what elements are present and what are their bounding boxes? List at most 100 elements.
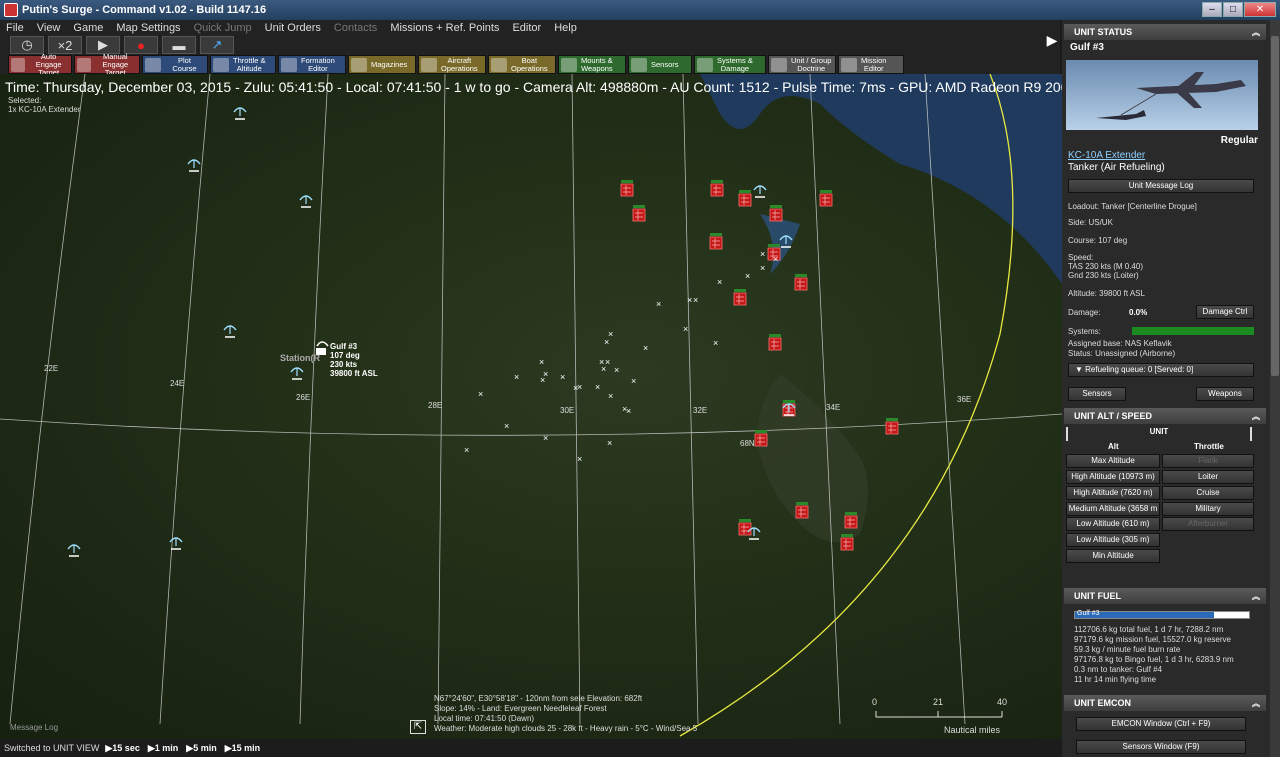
time-step-15-min-button[interactable]: ▶15 min [225,743,260,754]
unknown-contact[interactable]: × [631,376,636,386]
clock-icon[interactable]: ◷ [10,36,44,54]
unknown-contact[interactable]: × [560,372,565,382]
menu-missions-ref-points[interactable]: Missions + Ref. Points [390,22,499,34]
toolbar-formation-editor-button[interactable]: Formation Editor [278,55,346,74]
weapons-button[interactable]: Weapons [1196,387,1254,401]
menu-file[interactable]: File [6,22,24,34]
hostile-contact[interactable] [738,190,752,207]
hostile-contact[interactable] [885,418,899,435]
menu-game[interactable]: Game [73,22,103,34]
toolbar-mounts-weapons-button[interactable]: Mounts & Weapons [558,55,626,74]
unknown-contact[interactable]: × [464,445,469,455]
friendly-airbase[interactable] [233,107,247,120]
menu-map-settings[interactable]: Map Settings [116,22,180,34]
toolbar-unit-group-doctrine-button[interactable]: Unit / Group Doctrine [768,55,836,74]
emcon-header[interactable]: UNIT EMCON ︽ [1064,695,1266,711]
collapse-icon[interactable]: ︽ [1252,411,1260,422]
toolbar-plot-course-button[interactable]: Plot Course [142,55,208,74]
hostile-contact[interactable] [632,205,646,222]
collapse-panel-icon[interactable]: ▶ [1043,32,1061,50]
hostile-contact[interactable] [754,430,768,447]
unknown-contact[interactable]: × [614,365,619,375]
hostile-contact[interactable] [794,274,808,291]
hostile-contact[interactable] [709,233,723,250]
toolbar-aircraft-operations-button[interactable]: Aircraft Operations [418,55,486,74]
collapse-icon[interactable]: ︽ [1252,27,1260,38]
map-canvas[interactable]: 22E24E26E28E30E 32E 34E36E68N × × ×××× ××××××… [0,74,1062,739]
sensors-button[interactable]: Sensors [1068,387,1126,401]
unknown-contact[interactable]: × [607,438,612,448]
throttle-button[interactable]: Military [1162,502,1254,516]
menu-editor[interactable]: Editor [512,22,541,34]
unit-status-header[interactable]: UNIT STATUS ︽ [1064,24,1266,40]
toolbar-mission-editor-button[interactable]: Mission Editor [838,55,904,74]
unknown-contact[interactable]: × [773,254,778,264]
emcon-window-button[interactable]: EMCON Window (Ctrl + F9) [1076,717,1246,731]
time-step-15-sec-button[interactable]: ▶15 sec [105,743,139,754]
hostile-contact[interactable] [738,519,752,536]
unknown-contact[interactable]: × [683,324,688,334]
hostile-contact[interactable] [840,534,854,551]
hostile-contact[interactable] [710,180,724,197]
refueling-queue[interactable]: ▼ Refueling queue: 0 [Served: 0] [1068,363,1254,377]
unknown-contact[interactable]: × [713,338,718,348]
tactical-icon[interactable]: ▬ [162,36,196,54]
toolbar-throttle-altitude-button[interactable]: Throttle & Altitude [210,55,276,74]
unknown-contact[interactable]: × [693,295,698,305]
unknown-contact[interactable]: × [656,299,661,309]
alt-speed-header[interactable]: UNIT ALT / SPEED ︽ [1064,408,1266,424]
expand-icon[interactable]: ⇱ [410,720,426,734]
unknown-contact[interactable]: × [626,406,631,416]
hostile-contact[interactable] [769,205,783,222]
hostile-contact[interactable] [733,289,747,306]
altitude-button[interactable]: Low Altitude (305 m) [1066,533,1160,547]
friendly-airbase[interactable] [187,159,201,172]
altitude-button[interactable]: High Altitude (7620 m) [1066,486,1160,500]
unit-message-log-button[interactable]: Unit Message Log [1068,179,1254,193]
friendly-airbase[interactable] [67,544,81,557]
toolbar-magazines-button[interactable]: Magazines [348,55,416,74]
unknown-contact[interactable]: × [539,357,544,367]
jump-icon[interactable]: ↗ [200,36,234,54]
maximize-button[interactable]: □ [1223,2,1243,17]
friendly-airbase[interactable] [753,185,767,198]
unknown-contact[interactable]: × [514,372,519,382]
altitude-button[interactable]: Low Altitude (610 m) [1066,517,1160,531]
unknown-contact[interactable]: × [717,277,722,287]
altitude-button[interactable]: Min Altitude [1066,549,1160,563]
unknown-contact[interactable]: × [760,249,765,259]
title-bar[interactable]: Putin's Surge - Command v1.02 - Build 11… [0,0,1280,20]
hostile-contact[interactable] [768,334,782,351]
unknown-contact[interactable]: × [608,391,613,401]
message-log[interactable]: Message Log [10,723,58,732]
close-button[interactable]: ✕ [1244,2,1276,17]
menu-help[interactable]: Help [554,22,577,34]
friendly-airbase[interactable] [299,195,313,208]
menu-view[interactable]: View [37,22,61,34]
unknown-contact[interactable]: × [478,389,483,399]
toolbar-sensors-button[interactable]: Sensors [628,55,692,74]
tactical-map[interactable]: 22E 24E 26E 28E 30E 32E 34E 36E 68N × × × × × × × × × × × ×… [0,74,1062,739]
time-step-1-min-button[interactable]: ▶1 min [148,743,178,754]
record-icon[interactable]: ● [124,36,158,54]
throttle-button[interactable]: Cruise [1162,486,1254,500]
toolbar-manual-engage-target-button[interactable]: Manual Engage Target [74,52,140,76]
unknown-contact[interactable]: × [543,369,548,379]
unknown-contact[interactable]: × [595,382,600,392]
throttle-button[interactable]: Loiter [1162,470,1254,484]
unknown-contact[interactable]: × [687,295,692,305]
unknown-contact[interactable]: × [577,454,582,464]
toolbar-auto-engage-target-button[interactable]: Auto Engage Target [8,52,72,76]
altitude-button[interactable]: Medium Altitude (3658 m [1066,502,1160,516]
friendly-airbase[interactable] [290,367,304,380]
sensors-window-button[interactable]: Sensors Window (F9) [1076,740,1246,754]
unit-class-link[interactable]: KC-10A Extender [1068,150,1145,161]
collapse-icon[interactable]: ︽ [1252,698,1260,709]
unknown-contact[interactable]: × [605,357,610,367]
unknown-contact[interactable]: × [745,271,750,281]
hostile-contact[interactable] [795,502,809,519]
minimize-button[interactable]: – [1202,2,1222,17]
unknown-contact[interactable]: × [643,343,648,353]
unknown-contact[interactable]: × [504,421,509,431]
friendly-airbase[interactable] [223,325,237,338]
